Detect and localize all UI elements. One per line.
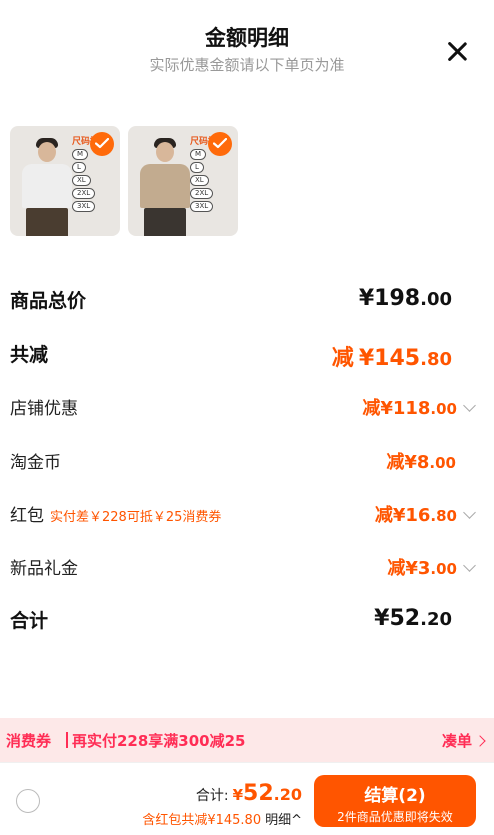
- coins-label: 淘金币: [10, 453, 61, 473]
- check-icon[interactable]: [90, 132, 114, 156]
- checkout-label: 结算(2): [364, 786, 426, 806]
- gift-value: 减¥3.00: [387, 554, 476, 580]
- checkout-button[interactable]: 结算(2) 2件商品优惠即将失效: [314, 775, 476, 827]
- chevron-down-icon[interactable]: [463, 559, 476, 572]
- close-icon[interactable]: [446, 40, 468, 62]
- gift-row[interactable]: 新品礼金 减¥3.00: [10, 554, 476, 582]
- total-discount-row: 共减 减 ¥145.80: [10, 340, 474, 371]
- coins-row: 淘金币 减¥8.00: [10, 448, 474, 476]
- model-figure: [18, 136, 76, 236]
- total-row: 合计 ¥52.20: [10, 606, 474, 636]
- shop-discount-row[interactable]: 店铺优惠 减¥118.00: [10, 394, 476, 422]
- add-items-link[interactable]: 凑单: [442, 730, 472, 751]
- subtotal-row: 商品总价 ¥198.00: [10, 286, 474, 316]
- bottom-discount: 含红包共减¥145.80 明细^: [142, 813, 302, 828]
- chevron-down-icon[interactable]: [463, 399, 476, 412]
- shop-discount-label: 店铺优惠: [10, 399, 78, 419]
- total-value: ¥52.20: [374, 606, 452, 631]
- model-figure: [136, 136, 194, 236]
- page-title: 金额明细: [205, 26, 289, 50]
- product-thumbnail[interactable]: 尺码推荐 M L XL 2XL 3XL: [128, 126, 238, 236]
- shop-discount-value: 减¥118.00: [362, 394, 476, 420]
- divider: [66, 732, 68, 748]
- redpacket-value: 减¥16.80: [375, 501, 476, 527]
- chevron-right-icon: [474, 735, 486, 747]
- product-thumbnail[interactable]: 尺码推荐 M L XL 2XL 3XL: [10, 126, 120, 236]
- checkout-sub: 2件商品优惠即将失效: [337, 810, 453, 824]
- detail-toggle[interactable]: 明细^: [265, 813, 302, 828]
- coupon-promo-bar[interactable]: 消费券 再实付228享满300减25 凑单: [0, 718, 494, 762]
- total-discount-label: 共减: [10, 344, 49, 366]
- total-discount-value: 减 ¥145.80: [331, 346, 452, 371]
- page-subtitle: 实际优惠金额请以下单页为准: [149, 56, 345, 74]
- coupon-message: 再实付228享满300减25: [72, 732, 246, 750]
- redpacket-label: 红包 实付差￥228可抵￥25消费券: [10, 506, 222, 526]
- subtotal-value: ¥198.00: [358, 286, 452, 311]
- subtotal-label: 商品总价: [10, 290, 87, 312]
- checkout-bar: 合计: ¥52.20 含红包共减¥145.80 明细^ 结算(2) 2件商品优惠即将…: [0, 762, 494, 835]
- bottom-total: 合计: ¥52.20: [195, 781, 302, 806]
- header: 金额明细 实际优惠金额请以下单页为准: [0, 0, 494, 90]
- redpacket-note: 实付差￥228可抵￥25消费券: [50, 510, 222, 525]
- product-thumbnails: 尺码推荐 M L XL 2XL 3XL 尺码推荐 M L XL 2XL 3XL: [10, 126, 238, 238]
- total-label: 合计: [10, 610, 49, 632]
- coupon-tag: 消费券: [6, 732, 52, 750]
- check-icon[interactable]: [208, 132, 232, 156]
- gift-label: 新品礼金: [10, 559, 78, 579]
- chevron-down-icon[interactable]: [463, 506, 476, 519]
- coins-value: 减¥8.00: [386, 452, 456, 473]
- redpacket-row[interactable]: 红包 实付差￥228可抵￥25消费券 减¥16.80: [10, 501, 476, 529]
- select-all-radio[interactable]: [16, 789, 40, 813]
